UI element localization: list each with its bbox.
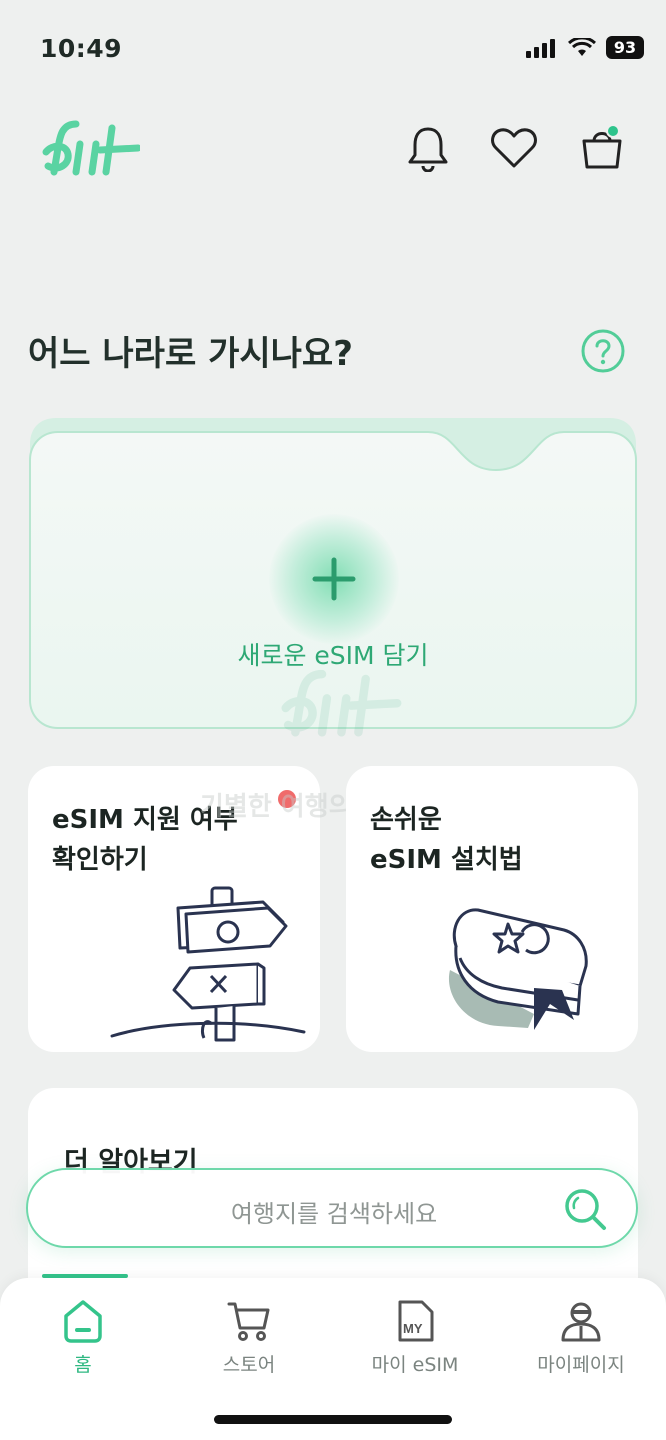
card-title-line2: eSIM 설치법 [370, 845, 523, 875]
nav-home[interactable]: 홈 [8, 1292, 158, 1392]
heart-icon [491, 128, 537, 168]
nav-store[interactable]: 스토어 [174, 1292, 324, 1392]
plus-icon [312, 557, 356, 601]
nav-my-page[interactable]: 마이페이지 [506, 1292, 656, 1392]
wifi-icon [568, 37, 596, 56]
add-esim-button[interactable] [269, 514, 399, 644]
card-title-line2: 확인하기 [52, 845, 148, 875]
status-time: 10:49 [40, 34, 123, 63]
add-esim-card[interactable]: 새로운 eSIM 담기 [28, 416, 638, 737]
search-button[interactable] [562, 1186, 610, 1234]
search-placeholder[interactable]: 여행지를 검색하세요 [28, 1194, 640, 1229]
cart-icon [227, 1302, 270, 1341]
nav-home-label: 홈 [74, 1354, 92, 1376]
guide-book-icon [448, 908, 588, 1030]
home-indicator [214, 1415, 452, 1424]
app-header [0, 106, 666, 190]
search-icon [565, 1189, 606, 1230]
help-button[interactable] [580, 328, 626, 374]
nav-my-esim-label: 마이 eSIM [371, 1354, 459, 1376]
user-icon [561, 1302, 601, 1342]
fiit-watermark [254, 662, 424, 746]
home-icon [64, 1300, 102, 1343]
cart-button[interactable] [574, 120, 630, 176]
question-icon [581, 329, 625, 373]
wishlist-button[interactable] [486, 120, 542, 176]
esim-install-guide-title: 손쉬운 eSIM 설치법 [370, 800, 523, 880]
nav-store-label: 스토어 [222, 1354, 276, 1376]
battery-level: 93 [606, 36, 644, 59]
signpost-icon [110, 886, 306, 1042]
destination-search-bar[interactable]: 여행지를 검색하세요 [26, 1168, 638, 1248]
status-bar: 10:49 93 [0, 0, 666, 96]
svg-text:MY: MY [403, 1321, 423, 1336]
notification-button[interactable] [400, 120, 456, 176]
fiit-logo[interactable] [40, 114, 142, 184]
esim-install-guide-card[interactable]: 손쉬운 eSIM 설치법 [346, 766, 638, 1052]
status-icons: 93 [526, 36, 644, 59]
card-title-line1: 손쉬운 [370, 805, 442, 835]
page-title: 어느 나라로 가시나요? [28, 334, 353, 374]
sim-card-icon: MY [398, 1300, 434, 1342]
nav-my-esim[interactable]: MY 마이 eSIM [340, 1292, 490, 1392]
bell-icon [408, 127, 448, 172]
cart-badge [606, 124, 620, 138]
signal-icon [526, 38, 555, 58]
nav-my-page-label: 마이페이지 [537, 1354, 625, 1376]
